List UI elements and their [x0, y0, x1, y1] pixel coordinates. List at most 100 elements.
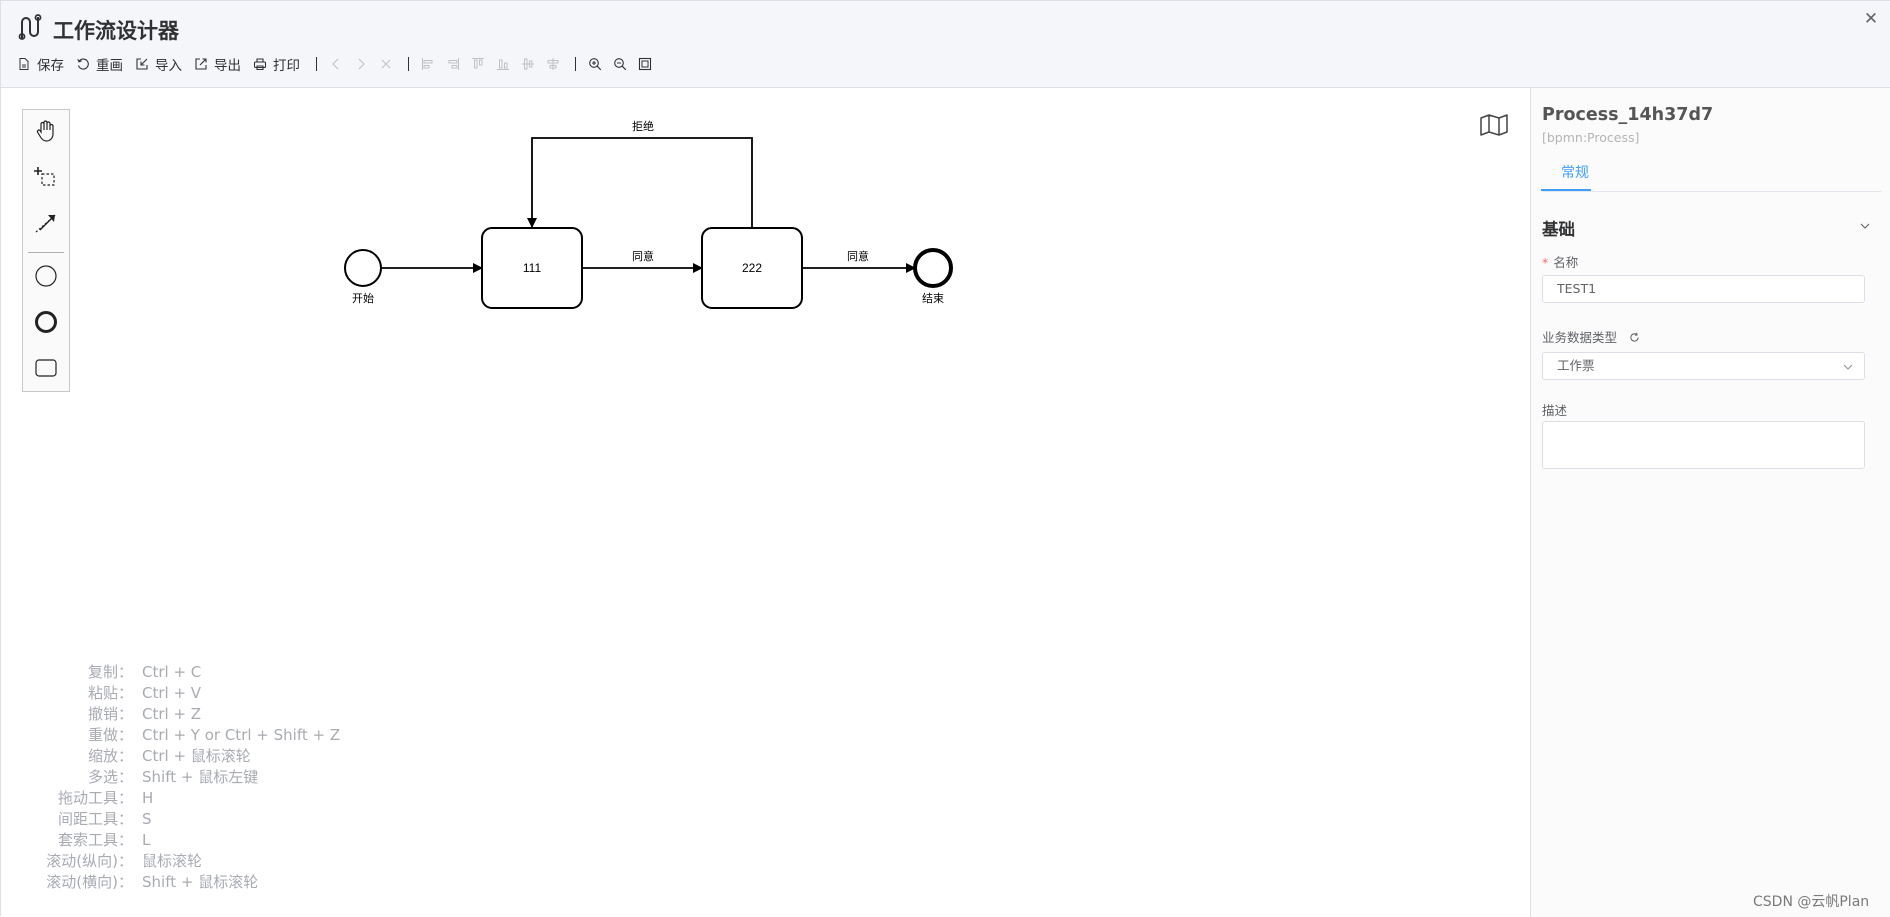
description-label: 描述	[1542, 403, 1568, 418]
print-label: 打印	[273, 58, 300, 74]
shortcut-key: 多选：	[87, 768, 133, 786]
align-left-icon[interactable]	[421, 57, 435, 71]
shortcut-key: 套索工具：	[57, 831, 133, 849]
zoom-in-icon[interactable]	[588, 57, 602, 71]
shortcut-value: 鼠标滚轮	[142, 852, 203, 870]
flow-label-agree-1: 同意	[632, 249, 654, 263]
properties-panel: Process_14h37d7 [bpmn:Process] 常规 基础 * 名称…	[1530, 88, 1890, 917]
name-label-row: * 名称	[1542, 252, 1578, 271]
import-label: 导入	[155, 58, 182, 74]
shortcut-key: 撤销：	[87, 705, 133, 723]
align-bottom-icon[interactable]	[496, 57, 510, 71]
shortcut-value: Ctrl + V	[142, 684, 202, 702]
workflow-icon	[18, 14, 42, 40]
end-event[interactable]	[913, 248, 953, 288]
map-icon[interactable]	[1479, 113, 1509, 137]
align-top-icon[interactable]	[471, 57, 485, 71]
export-button[interactable]: 导出	[194, 54, 241, 74]
import-icon	[136, 58, 148, 70]
shortcut-value: Ctrl + C	[142, 663, 202, 681]
shortcut-row: 复制： Ctrl + C	[21, 662, 340, 683]
tab-bar: 常规	[1542, 162, 1881, 192]
export-label: 导出	[214, 58, 241, 74]
shortcut-value: Shift + 鼠标滚轮	[142, 873, 259, 891]
flow-label-agree-2: 同意	[847, 249, 869, 263]
shortcut-key: 滚动(横向)：	[46, 873, 133, 891]
bpmn-diagram[interactable]: 111 222 开始 结束 同意 同意 拒绝	[1, 88, 1530, 508]
bpmn-canvas[interactable]: 111 222 开始 结束 同意 同意 拒绝 复制： Ctrl + C 粘贴： …	[1, 88, 1530, 917]
task-label-111: 111	[523, 261, 542, 275]
toolbar-divider	[575, 57, 576, 71]
watermark: CSDN @云帆Plan	[1753, 894, 1870, 910]
file-icon	[19, 58, 29, 70]
task-tool-icon[interactable]	[32, 354, 60, 382]
flow-label-reject: 拒绝	[632, 119, 654, 133]
end-event-tool-icon[interactable]	[32, 308, 60, 336]
end-event-label: 结束	[922, 292, 944, 305]
close-icon[interactable]: ✕	[1863, 11, 1879, 28]
redo-icon[interactable]	[354, 57, 368, 71]
refresh-icon[interactable]	[1629, 332, 1640, 343]
redraw-label: 重画	[96, 58, 123, 74]
start-event[interactable]	[344, 249, 382, 287]
shortcut-value: Ctrl + Z	[142, 705, 202, 723]
business-type-value: 工作票	[1557, 358, 1595, 373]
start-event-tool-icon[interactable]	[32, 262, 60, 290]
fit-view-icon[interactable]	[638, 57, 652, 71]
align-middle-icon[interactable]	[521, 57, 535, 71]
shortcut-key: 重做：	[87, 726, 133, 744]
connect-tool-icon[interactable]	[32, 209, 60, 237]
toolbar: 保存 重画 导入 导出 打印	[17, 54, 663, 74]
shortcut-value: L	[142, 831, 151, 849]
shortcut-value: Shift + 鼠标左键	[142, 768, 259, 786]
shortcut-key: 复制：	[87, 663, 133, 681]
business-type-select[interactable]: 工作票	[1542, 352, 1865, 380]
active-tab-indicator	[1541, 189, 1591, 191]
zoom-out-icon[interactable]	[613, 57, 627, 71]
chevron-down-icon	[1860, 223, 1870, 229]
shortcut-row: 撤销： Ctrl + Z	[21, 704, 340, 725]
tool-palette	[22, 109, 70, 392]
shortcut-row: 滚动(纵向)： 鼠标滚轮	[21, 851, 340, 872]
shortcut-row: 拖动工具： H	[21, 788, 340, 809]
shortcut-row: 多选： Shift + 鼠标左键	[21, 767, 340, 788]
shortcut-value: Ctrl + 鼠标滚轮	[142, 747, 251, 765]
shortcut-value: Ctrl + Y or Ctrl + Shift + Z	[142, 726, 341, 744]
shortcut-value: H	[142, 789, 154, 807]
business-type-label: 业务数据类型	[1542, 330, 1618, 345]
start-event-label: 开始	[352, 291, 374, 305]
business-type-label-row: 业务数据类型	[1542, 327, 1640, 346]
shortcut-help: 复制： Ctrl + C 粘贴： Ctrl + V 撤销： Ctrl + Z 重做： C…	[21, 662, 340, 893]
element-id: Process_14h37d7	[1542, 105, 1714, 125]
undo-icon[interactable]	[329, 57, 343, 71]
name-input[interactable]: TEST1	[1542, 275, 1865, 303]
shortcut-row: 缩放： Ctrl + 鼠标滚轮	[21, 746, 340, 767]
lasso-tool-icon[interactable]	[32, 163, 60, 191]
align-right-icon[interactable]	[446, 57, 460, 71]
section-basic-header[interactable]: 基础	[1542, 216, 1881, 239]
delete-icon[interactable]	[379, 57, 393, 71]
shortcut-value: S	[142, 810, 152, 828]
import-button[interactable]: 导入	[135, 54, 182, 74]
header: 工作流设计器 ✕ 保存 重画 导入 导出 打印	[1, 1, 1890, 88]
shortcut-key: 缩放：	[87, 747, 133, 765]
redraw-button[interactable]: 重画	[76, 54, 123, 74]
workflow-designer-window: 工作流设计器 ✕ 保存 重画 导入 导出 打印 111 222 开始 结束 同意…	[0, 0, 1890, 917]
hand-tool-icon[interactable]	[32, 117, 60, 145]
sequence-flow-reject[interactable]	[527, 137, 753, 228]
description-textarea[interactable]	[1542, 421, 1865, 469]
shortcut-row: 滚动(横向)： Shift + 鼠标滚轮	[21, 872, 340, 893]
tab-general[interactable]: 常规	[1561, 162, 1589, 192]
required-asterisk: *	[1542, 255, 1549, 270]
shortcut-row: 重做： Ctrl + Y or Ctrl + Shift + Z	[21, 725, 340, 746]
toolbar-divider	[316, 57, 317, 71]
align-center-icon[interactable]	[546, 57, 560, 71]
printer-icon	[253, 58, 267, 71]
element-type: [bpmn:Process]	[1542, 130, 1640, 145]
print-button[interactable]: 打印	[253, 54, 300, 74]
shortcut-key: 滚动(纵向)：	[46, 852, 133, 870]
save-button[interactable]: 保存	[17, 54, 64, 74]
chevron-down-icon	[1843, 364, 1853, 370]
shortcut-key: 粘贴：	[87, 684, 133, 702]
page-title: 工作流设计器	[53, 19, 179, 43]
